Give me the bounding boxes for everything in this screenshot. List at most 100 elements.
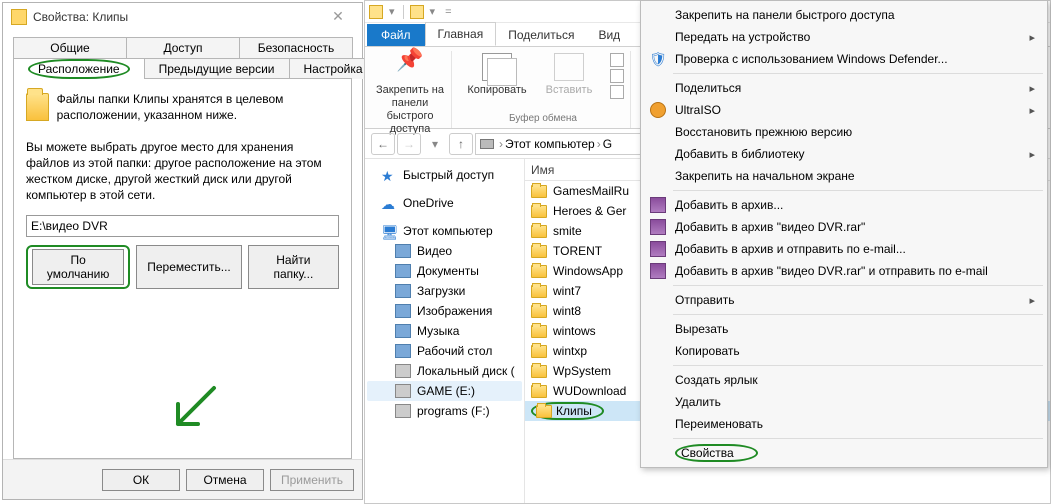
annotation-highlight: Клипы <box>531 402 604 420</box>
nav-forward-button[interactable]: → <box>397 133 421 155</box>
breadcrumb-segment[interactable]: G <box>603 137 612 151</box>
nav-label: Этот компьютер <box>403 224 493 238</box>
tab-location[interactable]: Расположение <box>13 58 145 79</box>
nav-label: Изображения <box>417 304 492 318</box>
nav-game-drive[interactable]: GAME (E:) <box>367 381 522 401</box>
restore-default-button[interactable]: По умолчанию <box>32 249 124 285</box>
nav-local-disk[interactable]: Локальный диск ( <box>367 361 522 381</box>
qat-chevron-icon[interactable]: ▾ <box>428 5 438 18</box>
context-menu-item[interactable]: Вырезать <box>643 318 1045 340</box>
paste-shortcut-button[interactable] <box>610 85 624 99</box>
group-label-clipboard: Буфер обмена <box>509 113 577 126</box>
context-menu-item[interactable]: Добавить в архив "видео DVR.rar" <box>643 216 1045 238</box>
context-menu-item[interactable]: Добавить в архив "видео DVR.rar" и отпра… <box>643 260 1045 282</box>
context-menu: Закрепить на панели быстрого доступаПере… <box>640 0 1048 468</box>
context-menu-item[interactable]: Передать на устройство ▸ <box>643 26 1045 48</box>
context-menu-item[interactable]: Добавить в архив... <box>643 194 1045 216</box>
chevron-right-icon: ▸ <box>1029 104 1035 117</box>
context-menu-item[interactable]: Добавить в архив и отправить по e-mail..… <box>643 238 1045 260</box>
nav-desktop[interactable]: Рабочий стол <box>367 341 522 361</box>
context-menu-label: Копировать <box>675 344 740 358</box>
folder-icon <box>531 265 547 278</box>
context-menu-item[interactable]: Переименовать <box>643 413 1045 435</box>
nav-videos[interactable]: Видео <box>367 241 522 261</box>
breadcrumb-segment[interactable]: Этот компьютер <box>505 137 595 151</box>
nav-downloads[interactable]: Загрузки <box>367 281 522 301</box>
context-menu-item[interactable]: Поделиться▸ <box>643 77 1045 99</box>
arrow-right-icon: → <box>403 137 415 151</box>
nav-back-button[interactable]: ← <box>371 133 395 155</box>
copy-icon <box>482 53 512 81</box>
location-desc-1: Файлы папки Клипы хранятся в целевом рас… <box>57 91 339 123</box>
paste-button[interactable]: Вставить <box>534 53 604 99</box>
find-target-button[interactable]: Найти папку... <box>248 245 339 289</box>
apply-button[interactable]: Применить <box>270 469 354 491</box>
chevron-right-icon: ▸ <box>1029 31 1035 44</box>
move-button[interactable]: Переместить... <box>136 245 242 289</box>
pin-to-quick-access-button[interactable]: 📌 Закрепить на панели быстрого доступа <box>375 53 445 136</box>
nav-programs-drive[interactable]: programs (F:) <box>367 401 522 421</box>
nav-pictures[interactable]: Изображения <box>367 301 522 321</box>
ribbon-tab-share[interactable]: Поделиться <box>496 24 586 46</box>
copy-path-button[interactable] <box>610 69 624 83</box>
shield-icon: 🛡 <box>649 50 667 68</box>
nav-music[interactable]: Музыка <box>367 321 522 341</box>
target-path-input[interactable] <box>26 215 339 237</box>
context-menu-label: Передать на устройство <box>675 30 810 44</box>
qat-overflow-icon[interactable]: = <box>443 6 453 18</box>
context-menu-item[interactable]: Создать ярлык <box>643 369 1045 391</box>
nav-recent-button[interactable]: ▾ <box>423 133 447 155</box>
copy-button[interactable]: Копировать <box>462 53 532 99</box>
nav-up-button[interactable]: ↑ <box>449 133 473 155</box>
navigation-pane[interactable]: ★Быстрый доступ ☁OneDrive 🖥Этот компьюте… <box>365 159 525 503</box>
tab-previous-versions[interactable]: Предыдущие версии <box>144 58 290 79</box>
cut-button[interactable] <box>610 53 624 67</box>
context-menu-item[interactable]: Добавить в библиотеку▸ <box>643 143 1045 165</box>
folder-icon <box>531 365 547 378</box>
ribbon-file-tab[interactable]: Файл <box>367 24 425 46</box>
context-menu-item[interactable]: Отправить▸ <box>643 289 1045 311</box>
context-menu-label: Переименовать <box>675 417 763 431</box>
nav-label: programs (F:) <box>417 404 490 418</box>
qat-chevron-icon[interactable]: ▾ <box>387 5 397 18</box>
context-menu-item[interactable]: Свойства <box>643 442 1045 464</box>
context-menu-label: Создать ярлык <box>675 373 758 387</box>
dialog-footer: ОК Отмена Применить <box>3 459 362 499</box>
folder-icon <box>410 5 424 19</box>
context-menu-item[interactable]: Удалить <box>643 391 1045 413</box>
chevron-right-icon: › <box>597 137 601 151</box>
context-menu-item[interactable]: UltraISO▸ <box>643 99 1045 121</box>
folder-icon <box>531 345 547 358</box>
library-icon <box>395 324 411 338</box>
nav-label: Документы <box>417 264 479 278</box>
context-menu-item[interactable]: Закрепить на панели быстрого доступа <box>643 4 1045 26</box>
context-menu-item[interactable]: Восстановить прежнюю версию <box>643 121 1045 143</box>
nav-this-pc[interactable]: 🖥Этот компьютер <box>367 221 522 241</box>
tab-security[interactable]: Безопасность <box>239 37 353 58</box>
context-menu-item[interactable]: 🛡Проверка с использованием Windows Defen… <box>643 48 1045 70</box>
tab-general[interactable]: Общие <box>13 37 127 58</box>
tab-sharing[interactable]: Доступ <box>126 37 240 58</box>
context-menu-label: Свойства <box>681 446 734 460</box>
ok-button[interactable]: ОК <box>102 469 180 491</box>
close-icon[interactable]: ✕ <box>318 5 358 29</box>
annotation-arrow-icon <box>164 380 224 440</box>
properties-dialog: Свойства: Клипы ✕ Общие Доступ Безопасно… <box>2 2 363 500</box>
ribbon-tab-home[interactable]: Главная <box>425 22 497 46</box>
nav-onedrive[interactable]: ☁OneDrive <box>367 193 522 213</box>
ribbon-tab-view[interactable]: Вид <box>586 24 632 46</box>
tab-strip: Общие Доступ Безопасность Расположение П… <box>13 37 352 79</box>
tab-location-label: Расположение <box>28 59 130 79</box>
context-menu-item[interactable]: Закрепить на начальном экране <box>643 165 1045 187</box>
folder-icon <box>531 245 547 258</box>
nav-label: Быстрый доступ <box>403 168 494 182</box>
separator <box>673 438 1043 439</box>
context-menu-item[interactable]: Копировать <box>643 340 1045 362</box>
file-name-label: WpSystem <box>553 364 611 378</box>
chevron-right-icon: ▸ <box>1029 148 1035 161</box>
nav-documents[interactable]: Документы <box>367 261 522 281</box>
nav-quick-access[interactable]: ★Быстрый доступ <box>367 165 522 185</box>
separator <box>673 190 1043 191</box>
context-menu-label: Добавить в архив... <box>675 198 783 212</box>
cancel-button[interactable]: Отмена <box>186 469 264 491</box>
